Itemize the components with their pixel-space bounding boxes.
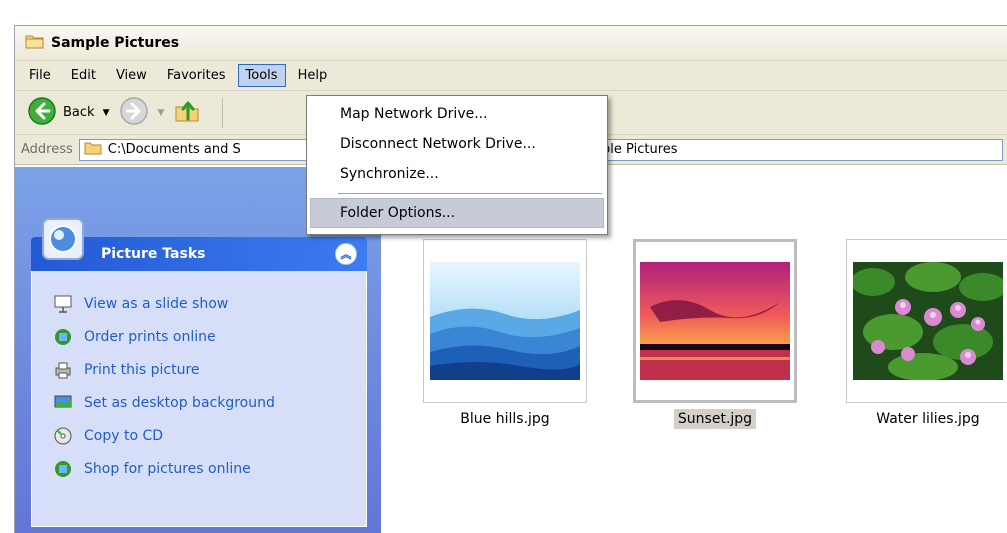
menu-disconnect-network-drive[interactable]: Disconnect Network Drive... bbox=[310, 129, 604, 159]
slideshow-icon bbox=[52, 293, 74, 315]
file-thumbnail[interactable]: Blue hills.jpg bbox=[416, 239, 594, 427]
file-name: Blue hills.jpg bbox=[460, 411, 550, 427]
menu-edit[interactable]: Edit bbox=[63, 64, 104, 87]
thumbnail-frame bbox=[633, 239, 797, 403]
task-order-prints[interactable]: Order prints online bbox=[52, 320, 366, 353]
menu-separator bbox=[338, 193, 602, 194]
forward-button[interactable]: ▼ bbox=[119, 96, 164, 130]
shop-icon bbox=[52, 458, 74, 480]
file-name: Water lilies.jpg bbox=[876, 411, 980, 427]
task-label: Print this picture bbox=[84, 361, 200, 378]
window-title: Sample Pictures bbox=[51, 35, 180, 51]
address-path-start: C:\Documents and S bbox=[107, 142, 241, 157]
picture-tasks-logo-icon bbox=[39, 215, 87, 263]
tools-dropdown-menu: Map Network Drive... Disconnect Network … bbox=[306, 95, 608, 235]
task-copy-to-cd[interactable]: Copy to CD bbox=[52, 419, 366, 452]
printer-icon bbox=[52, 359, 74, 381]
task-print-picture[interactable]: Print this picture bbox=[52, 353, 366, 386]
thumbnail-frame bbox=[846, 239, 1007, 403]
sunset-image bbox=[640, 262, 790, 380]
folder-icon bbox=[84, 141, 102, 159]
blue-hills-image bbox=[430, 262, 580, 380]
file-thumbnail[interactable]: Water lilies.jpg bbox=[839, 239, 1007, 427]
thumbnail-frame bbox=[423, 239, 587, 403]
task-label: Shop for pictures online bbox=[84, 460, 251, 477]
order-prints-icon bbox=[52, 326, 74, 348]
task-view-slideshow[interactable]: View as a slide show bbox=[52, 287, 366, 320]
cd-icon bbox=[52, 425, 74, 447]
forward-arrow-icon bbox=[119, 96, 149, 130]
collapse-chevron-icon[interactable]: ︽ bbox=[335, 243, 357, 265]
title-bar[interactable]: Sample Pictures bbox=[15, 26, 1007, 61]
up-folder-button[interactable] bbox=[174, 97, 202, 129]
back-button[interactable]: Back ▼ bbox=[27, 96, 109, 130]
address-label: Address bbox=[21, 142, 73, 157]
forward-dropdown-icon[interactable]: ▼ bbox=[157, 108, 164, 118]
task-set-desktop-background[interactable]: Set as desktop background bbox=[52, 386, 366, 419]
menu-tools[interactable]: Tools bbox=[237, 64, 286, 87]
picture-tasks-title: Picture Tasks bbox=[101, 246, 206, 262]
picture-tasks-panel: Picture Tasks ︽ View as a slide show Ord… bbox=[31, 215, 367, 527]
task-label: View as a slide show bbox=[84, 295, 229, 312]
file-thumbnail-selected[interactable]: Sunset.jpg bbox=[626, 239, 804, 429]
menu-bar: File Edit View Favorites Tools Help bbox=[15, 61, 1007, 91]
picture-tasks-list: View as a slide show Order prints online… bbox=[31, 271, 367, 527]
up-folder-icon bbox=[174, 97, 202, 129]
water-lilies-image bbox=[853, 262, 1003, 380]
back-arrow-icon bbox=[27, 96, 57, 130]
menu-view[interactable]: View bbox=[108, 64, 155, 87]
task-label: Set as desktop background bbox=[84, 394, 275, 411]
menu-synchronize[interactable]: Synchronize... bbox=[310, 159, 604, 189]
file-name: Sunset.jpg bbox=[626, 409, 804, 429]
menu-map-network-drive[interactable]: Map Network Drive... bbox=[310, 99, 604, 129]
task-shop-pictures-online[interactable]: Shop for pictures online bbox=[52, 452, 366, 485]
menu-favorites[interactable]: Favorites bbox=[159, 64, 234, 87]
menu-file[interactable]: File bbox=[21, 64, 59, 87]
back-label: Back bbox=[63, 105, 95, 120]
menu-help[interactable]: Help bbox=[290, 64, 336, 87]
desktop-background-icon bbox=[52, 392, 74, 414]
menu-folder-options[interactable]: Folder Options... bbox=[310, 198, 604, 228]
folder-icon bbox=[25, 33, 45, 53]
back-dropdown-icon[interactable]: ▼ bbox=[103, 108, 110, 118]
toolbar-separator bbox=[222, 97, 224, 128]
task-label: Copy to CD bbox=[84, 427, 164, 444]
task-label: Order prints online bbox=[84, 328, 216, 345]
